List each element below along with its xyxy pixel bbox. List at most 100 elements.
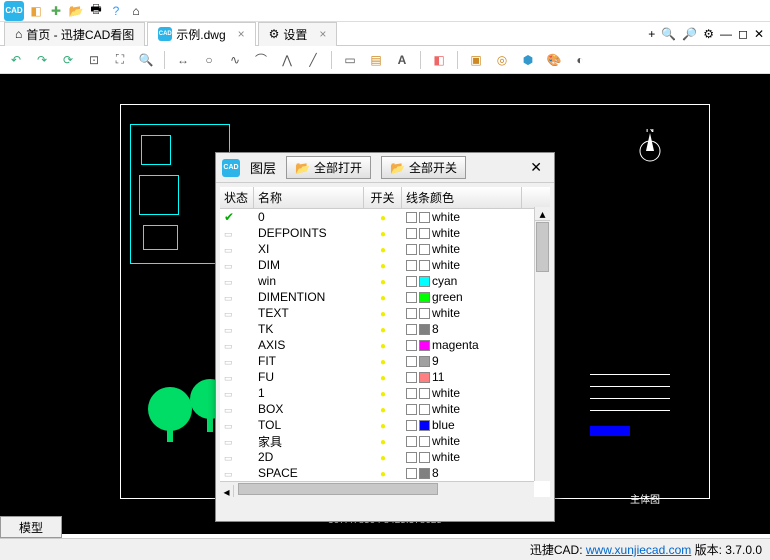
arc-icon[interactable]: ⌒ <box>251 50 271 70</box>
box-3d-icon[interactable]: ▣ <box>466 50 486 70</box>
table-row[interactable]: ▭家具●white <box>220 433 550 449</box>
table-row[interactable]: ▭DIM●white <box>220 257 550 273</box>
table-row[interactable]: ▭XI●white <box>220 241 550 257</box>
new-file-icon[interactable]: ◧ <box>28 3 44 19</box>
zoom-window-icon[interactable]: ⊡ <box>84 50 104 70</box>
gear-icon: ⚙ <box>269 27 280 41</box>
brand-url-link[interactable]: www.xunjiecad.com <box>586 543 691 557</box>
eraser-icon[interactable]: ◧ <box>429 50 449 70</box>
layers-icon[interactable]: ▤ <box>366 50 386 70</box>
layer-name: TOL <box>254 418 364 432</box>
minimize-icon[interactable]: — <box>720 27 732 41</box>
rotate-cw-icon[interactable]: ⟳ <box>58 50 78 70</box>
line-icon[interactable]: ╱ <box>303 50 323 70</box>
col-switch[interactable]: 开关 <box>364 187 402 208</box>
cad-icon: CAD <box>158 27 172 41</box>
close-dialog-icon[interactable]: ✕ <box>524 159 548 176</box>
close-tab-icon[interactable]: × <box>319 27 326 41</box>
zoom-extents-icon[interactable]: ⛶ <box>110 50 130 70</box>
open-all-button[interactable]: 📂全部打开 <box>286 156 371 179</box>
tab-home[interactable]: ⌂ 首页 - 迅捷CAD看图 <box>4 22 145 46</box>
hatch-icon[interactable]: ◐ <box>570 50 590 70</box>
table-row[interactable]: ▭FU●11 <box>220 369 550 385</box>
table-row[interactable]: ▭DIMENTION●green <box>220 289 550 305</box>
tab-label: 设置 <box>283 26 307 43</box>
color-name: 11 <box>432 370 444 384</box>
toggle-all-button[interactable]: 📂全部开关 <box>381 156 466 179</box>
tab-drawing[interactable]: CAD 示例.dwg × <box>147 22 255 46</box>
table-row[interactable]: ▭2D●white <box>220 449 550 465</box>
table-row[interactable]: ▭TOL●blue <box>220 417 550 433</box>
new-tab-icon[interactable]: + <box>648 27 655 41</box>
text-tool-icon[interactable]: A <box>392 50 412 70</box>
bulb-icon: ● <box>380 453 386 464</box>
layer-name: FIT <box>254 354 364 368</box>
bulb-icon: ● <box>380 405 386 416</box>
col-state[interactable]: 状态 <box>220 187 254 208</box>
pan-icon[interactable]: ○ <box>199 50 219 70</box>
table-row[interactable]: ▭TEXT●white <box>220 305 550 321</box>
undo-icon[interactable]: ↶ <box>6 50 26 70</box>
document-tabs: ⌂ 首页 - 迅捷CAD看图 CAD 示例.dwg × ⚙ 设置 × + 🔍 🔎… <box>0 22 770 46</box>
home-icon[interactable]: ⌂ <box>128 3 144 19</box>
table-row[interactable]: ▭1●white <box>220 385 550 401</box>
magnify-page-icon[interactable]: 🔍 <box>661 27 676 41</box>
settings-gear-icon[interactable]: ⚙ <box>703 27 714 41</box>
drawing-canvas[interactable]: N 例立面 主体图 367.478594 8425.378625 CAD 图层 … <box>0 74 770 534</box>
close-tab-icon[interactable]: × <box>238 27 245 41</box>
checkbox-icon <box>406 388 417 399</box>
table-row[interactable]: ▭AXIS●magenta <box>220 337 550 353</box>
window-icon[interactable]: ▭ <box>340 50 360 70</box>
compass-icon: N <box>630 129 670 169</box>
table-row[interactable]: ▭win●cyan <box>220 273 550 289</box>
zoom-fit-icon[interactable]: 🔍 <box>136 50 156 70</box>
cube-iso-icon[interactable]: ⬢ <box>518 50 538 70</box>
polyline-icon[interactable]: ⋀ <box>277 50 297 70</box>
table-row[interactable]: ▭TK●8 <box>220 321 550 337</box>
scale-label: 主体图 <box>630 491 660 506</box>
horizontal-scrollbar[interactable]: ◂ <box>220 481 534 497</box>
checkbox-icon <box>406 276 417 287</box>
table-row[interactable]: ▭DEFPOINTS●white <box>220 225 550 241</box>
zoom-icon[interactable]: 🔎 <box>682 27 697 41</box>
maximize-icon[interactable]: ◻ <box>738 27 748 41</box>
layer-name: 1 <box>254 386 364 400</box>
bulb-icon: ● <box>380 213 386 224</box>
redo-icon[interactable]: ↷ <box>32 50 52 70</box>
open-file-icon[interactable]: ✚ <box>48 3 64 19</box>
color-name: white <box>432 258 460 272</box>
measure-dist-icon[interactable]: ↔ <box>173 50 193 70</box>
color-wheel-icon[interactable]: 🎨 <box>544 50 564 70</box>
spline-icon[interactable]: ∿ <box>225 50 245 70</box>
home-icon: ⌂ <box>15 27 22 41</box>
color-name: white <box>432 386 460 400</box>
layer-name: win <box>254 274 364 288</box>
help-icon[interactable]: ? <box>108 3 124 19</box>
col-color[interactable]: 线条颜色 <box>402 187 522 208</box>
bulb-icon: ● <box>380 245 386 256</box>
elevation-lines <box>590 374 670 444</box>
print-icon[interactable]: 🖶 <box>88 3 104 19</box>
checkbox-icon <box>406 324 417 335</box>
layer-name: TK <box>254 322 364 336</box>
table-row[interactable]: ▭FIT●9 <box>220 353 550 369</box>
vertical-scrollbar[interactable]: ▴ <box>534 207 550 481</box>
sphere-3d-icon[interactable]: ◎ <box>492 50 512 70</box>
table-row[interactable]: ▭BOX●white <box>220 401 550 417</box>
table-row[interactable]: ✔0●white <box>220 209 550 225</box>
layer-name: DIM <box>254 258 364 272</box>
table-row[interactable]: ▭SPACE●8 <box>220 465 550 481</box>
color-name: cyan <box>432 274 457 288</box>
folder-open-icon[interactable]: 📂 <box>68 3 84 19</box>
col-name[interactable]: 名称 <box>254 187 364 208</box>
color-swatch <box>419 228 430 239</box>
layer-dialog: CAD 图层 📂全部打开 📂全部开关 ✕ 状态 名称 开关 线条颜色 ✔0●wh… <box>215 152 555 522</box>
checkbox-icon <box>406 436 417 447</box>
color-swatch <box>419 468 430 479</box>
tab-settings[interactable]: ⚙ 设置 × <box>258 22 338 46</box>
tabs-right-controls: + 🔍 🔎 ⚙ — ◻ ✕ <box>648 27 770 41</box>
close-window-icon[interactable]: ✕ <box>754 27 764 41</box>
model-tab[interactable]: 模型 <box>0 516 62 538</box>
color-swatch <box>419 404 430 415</box>
tab-label: 首页 - 迅捷CAD看图 <box>26 26 134 43</box>
